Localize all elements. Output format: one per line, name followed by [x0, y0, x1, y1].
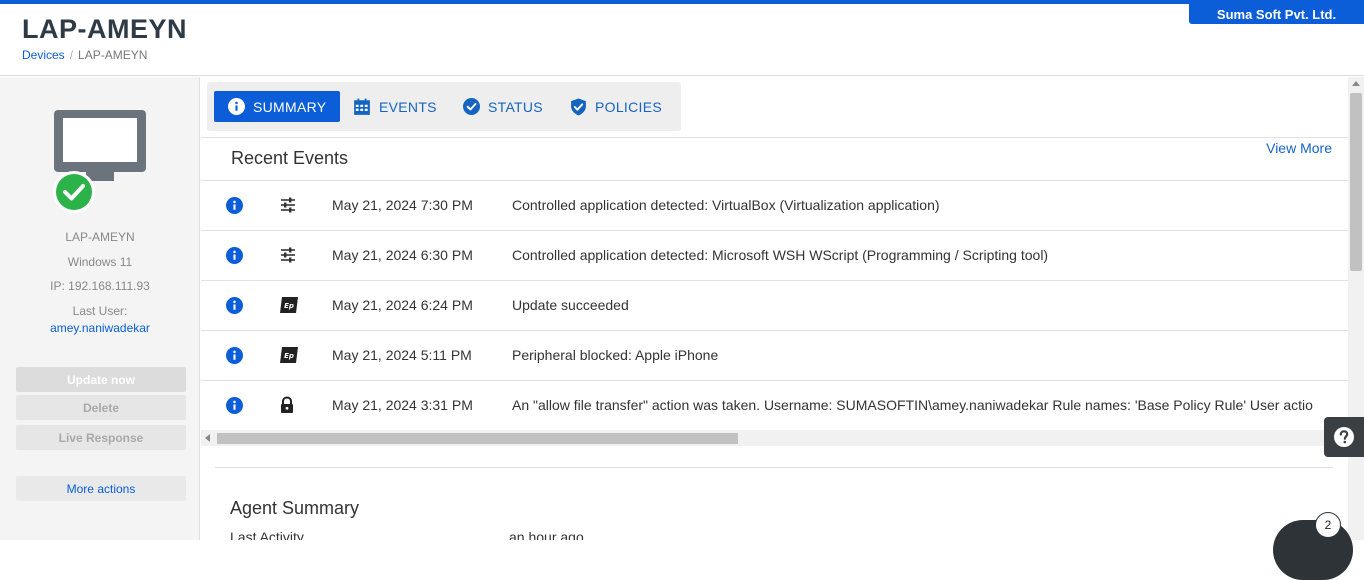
tab-policies[interactable]: POLICIES	[570, 91, 662, 122]
chat-button[interactable]	[1273, 520, 1353, 580]
info-icon[interactable]	[226, 247, 243, 264]
last-user-label: Last User:	[72, 304, 128, 318]
event-message: An "allow file transfer" action was take…	[512, 397, 1313, 413]
last-activity-value: an hour ago	[509, 529, 584, 540]
calendar-icon	[354, 98, 370, 115]
ep-icon: Ep	[280, 347, 298, 363]
recent-events-title: Recent Events	[231, 148, 349, 168]
event-time: May 21, 2024 5:11 PM	[332, 347, 472, 363]
lock-icon	[281, 396, 293, 413]
last-activity-label: Last Activity	[230, 529, 304, 540]
tab-summary-label: SUMMARY	[253, 98, 327, 115]
chat-notification-badge: 2	[1315, 512, 1341, 538]
breadcrumb-devices-link[interactable]: Devices	[22, 48, 65, 62]
tab-events[interactable]: EVENTS	[353, 91, 437, 122]
horizontal-scrollbar[interactable]	[201, 430, 1348, 446]
main-content: SUMMARY EVENTS STATUS POLICIES Recent Ev…	[201, 77, 1348, 540]
event-message: Controlled application detected: Virtual…	[512, 197, 940, 213]
info-icon	[228, 98, 245, 115]
page-header: LAP-AMEYN Devices / LAP-AMEYN	[0, 4, 1364, 76]
device-sidebar: LAP-AMEYN Windows 11 IP: 192.168.111.93 …	[0, 77, 200, 540]
tab-events-label: EVENTS	[379, 98, 437, 115]
info-icon[interactable]	[226, 397, 243, 414]
tab-summary[interactable]: SUMMARY	[214, 91, 341, 122]
ep-icon: Ep	[280, 297, 298, 313]
more-actions-button[interactable]: More actions	[16, 476, 186, 501]
divider	[201, 137, 1348, 138]
update-now-button[interactable]: Update now	[16, 367, 186, 392]
device-os: Windows 11	[67, 255, 133, 269]
event-row[interactable]: Ep May 21, 2024 6:24 PM Update succeeded	[201, 280, 1348, 330]
scroll-left-arrow-icon[interactable]	[205, 434, 210, 442]
shield-check-icon	[571, 98, 586, 115]
view-more-link[interactable]: View More	[1266, 140, 1332, 156]
vertical-scrollbar[interactable]	[1348, 77, 1364, 540]
event-row[interactable]: Ep May 21, 2024 5:11 PM Peripheral block…	[201, 330, 1348, 380]
event-message: Controlled application detected: Microso…	[512, 247, 1049, 263]
last-user-link[interactable]: amey.naniwadekar	[0, 321, 200, 335]
sliders-icon	[281, 197, 295, 213]
delete-button[interactable]: Delete	[16, 395, 186, 420]
event-row[interactable]: May 21, 2024 7:30 PM Controlled applicat…	[201, 180, 1348, 230]
event-time: May 21, 2024 6:24 PM	[332, 297, 473, 313]
agent-summary-title: Agent Summary	[230, 498, 360, 518]
event-time: May 21, 2024 6:30 PM	[332, 247, 473, 263]
scroll-up-arrow-icon[interactable]	[1352, 81, 1360, 86]
event-row[interactable]: May 21, 2024 6:30 PM Controlled applicat…	[201, 230, 1348, 280]
breadcrumb: Devices / LAP-AMEYN	[22, 48, 147, 62]
horizontal-scroll-thumb[interactable]	[217, 433, 738, 444]
device-name: LAP-AMEYN	[65, 230, 135, 244]
event-time: May 21, 2024 7:30 PM	[332, 197, 473, 213]
divider	[215, 467, 1333, 468]
event-message: Update succeeded	[512, 297, 629, 313]
live-response-button[interactable]: Live Response	[16, 425, 186, 450]
breadcrumb-current: LAP-AMEYN	[78, 48, 148, 62]
vertical-scroll-thumb[interactable]	[1350, 93, 1362, 271]
org-badge[interactable]: Suma Soft Pvt. Ltd.	[1189, 4, 1364, 24]
tab-status[interactable]: STATUS	[463, 91, 543, 122]
svg-text:Ep: Ep	[284, 302, 294, 310]
svg-text:Ep: Ep	[284, 352, 294, 360]
event-message: Peripheral blocked: Apple iPhone	[512, 347, 719, 363]
info-icon[interactable]	[226, 297, 243, 314]
sliders-icon	[281, 247, 295, 263]
help-button[interactable]	[1324, 417, 1364, 457]
event-time: May 21, 2024 3:31 PM	[332, 397, 473, 413]
tab-bar: SUMMARY EVENTS STATUS POLICIES	[207, 82, 681, 131]
breadcrumb-separator: /	[69, 48, 74, 62]
event-row[interactable]: May 21, 2024 3:31 PM An "allow file tran…	[201, 380, 1348, 430]
tab-status-label: STATUS	[488, 98, 543, 115]
status-check-icon	[53, 171, 95, 213]
page-title: LAP-AMEYN	[22, 14, 187, 44]
info-icon[interactable]	[226, 347, 243, 364]
info-icon[interactable]	[226, 197, 243, 214]
device-ip: IP: 192.168.111.93	[50, 279, 150, 293]
check-circle-icon	[463, 98, 480, 115]
question-circle-icon	[1334, 427, 1354, 447]
tab-policies-label: POLICIES	[595, 98, 662, 115]
